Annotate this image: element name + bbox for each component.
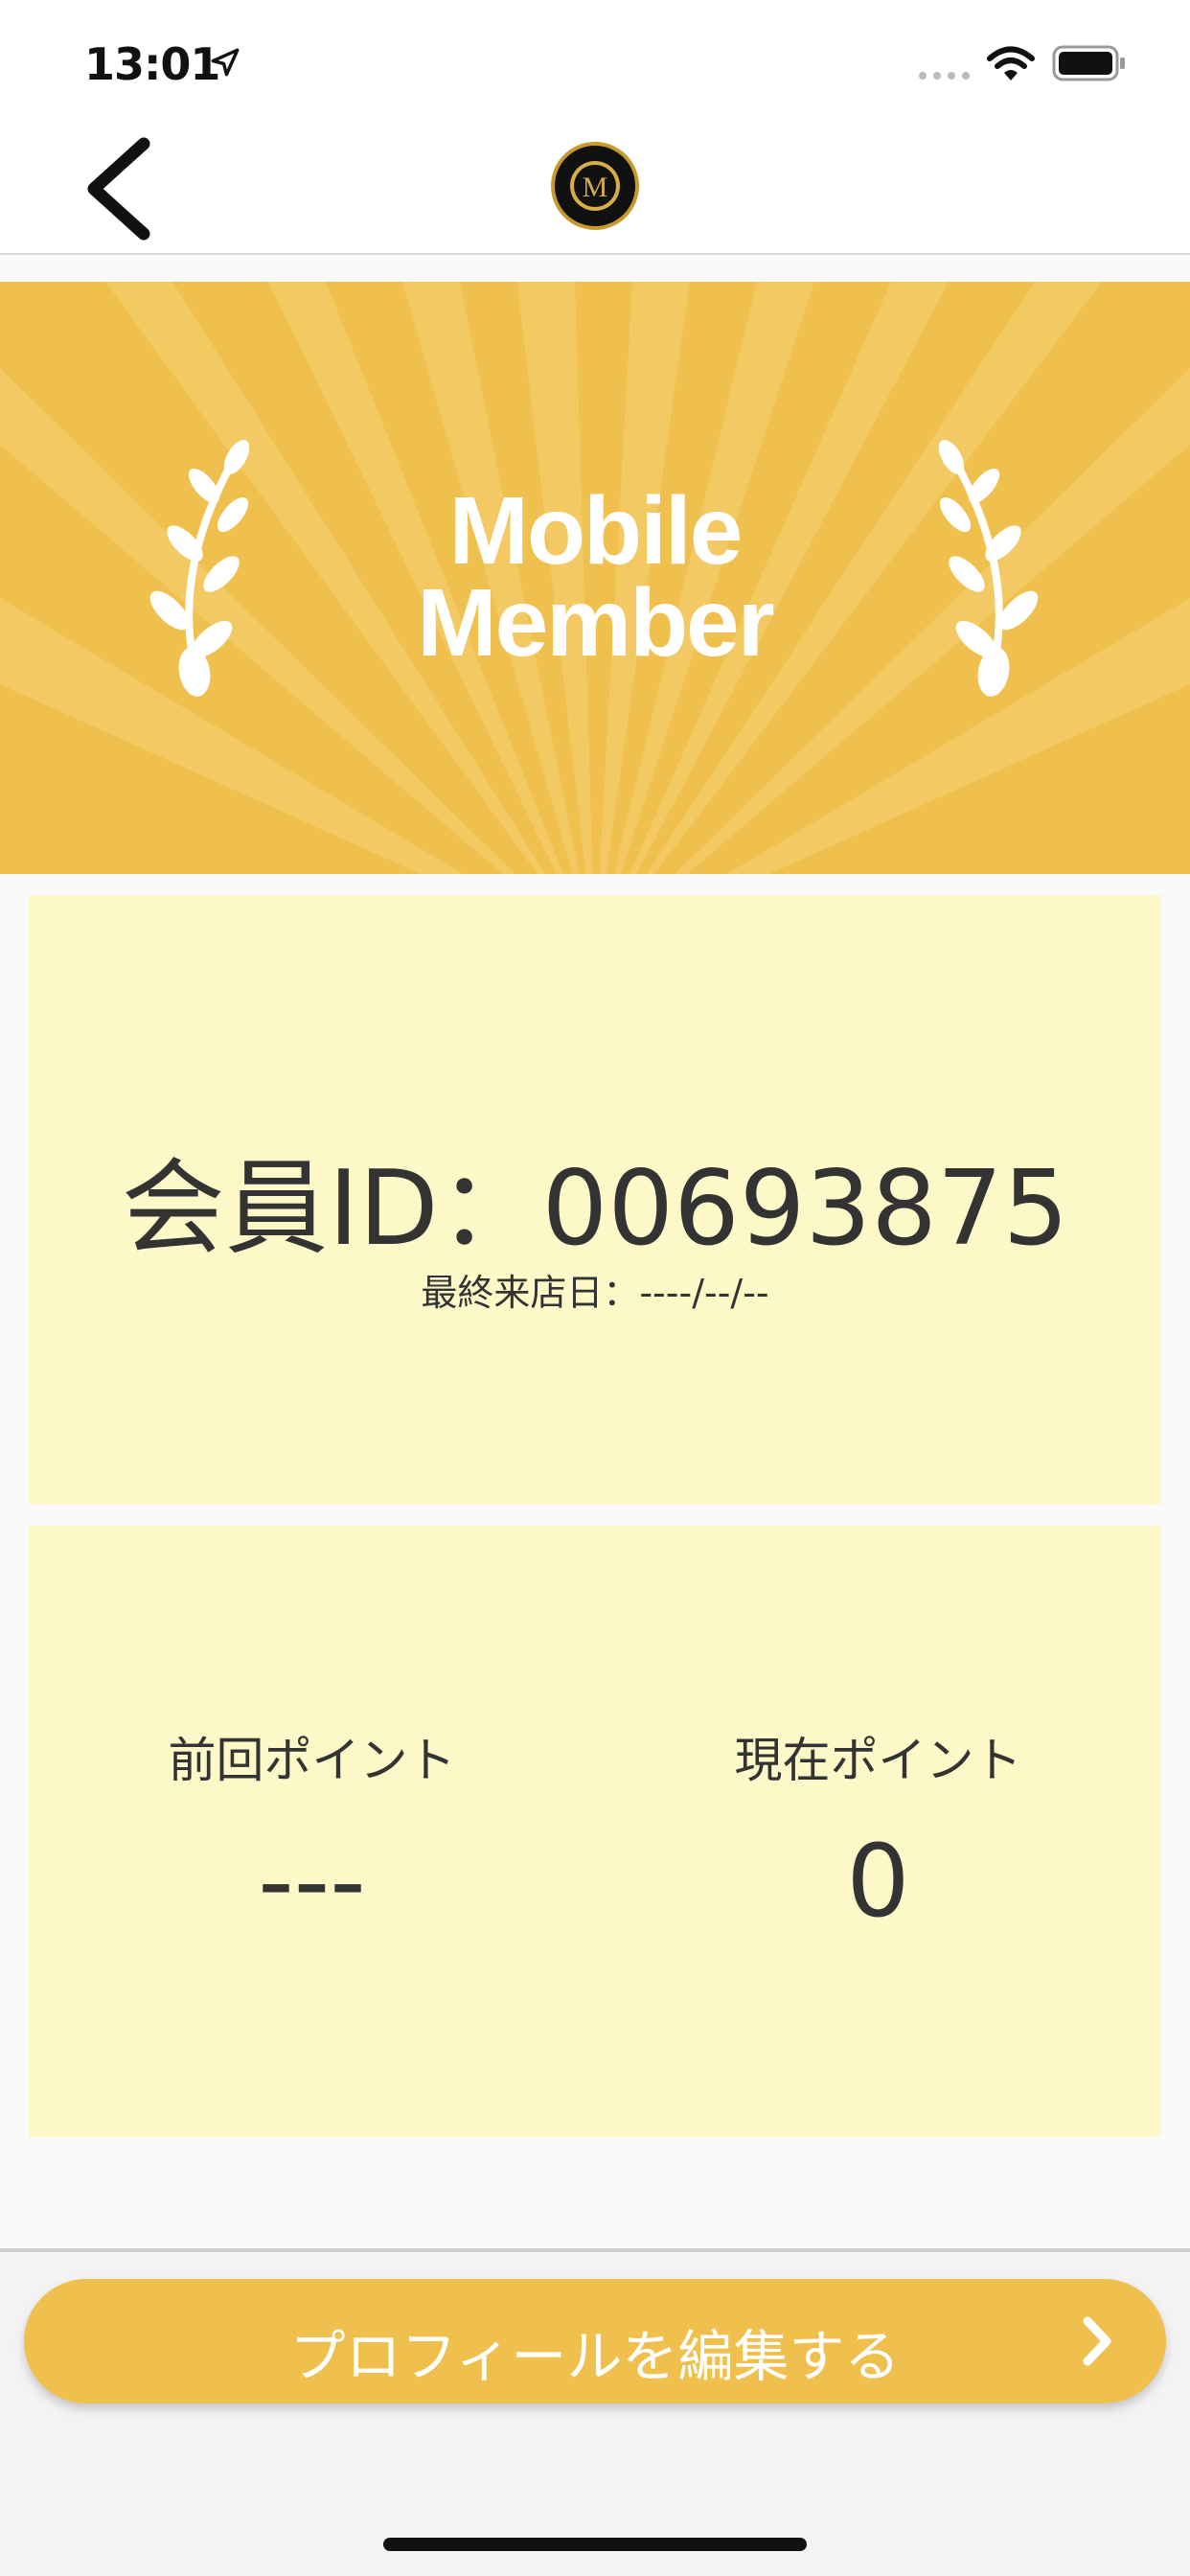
points-card: 前回ポイント --- 現在ポイント 0 [29,1526,1161,2137]
previous-points-value: --- [258,1823,366,1940]
current-points-value: 0 [846,1823,910,1940]
member-id-card: 会員ID：00693875 最終来店日：----/--/-- [29,895,1161,1505]
home-indicator [383,2538,807,2551]
status-bar: 13:01 [0,0,1190,125]
current-points: 現在ポイント 0 [595,1526,1161,2137]
current-points-label: 現在ポイント [734,1733,1022,1788]
previous-points: 前回ポイント --- [29,1526,595,2137]
last-visit-date: 最終来店日：----/--/-- [421,1272,769,1314]
svg-text:M: M [583,172,608,203]
laurel-right-icon [938,440,1039,697]
nav-bar: M [0,125,1190,255]
mobile-member-banner: Mobile Member [0,282,1190,874]
edit-profile-label: プロフィールを編集する [289,2324,901,2389]
battery-icon [1052,45,1125,81]
previous-points-label: 前回ポイント [168,1733,456,1788]
back-button[interactable] [77,136,163,242]
wifi-icon [987,46,1035,80]
status-time: 13:01 [84,38,220,90]
chevron-left-icon [87,137,150,241]
chevron-right-icon [1083,2316,1111,2366]
cellular-dots-icon [919,72,970,80]
member-id: 会員ID：00693875 [121,1149,1069,1269]
location-arrow-icon [211,48,240,77]
edit-profile-button[interactable]: プロフィールを編集する [24,2279,1166,2404]
brand-logo: M [551,142,639,230]
